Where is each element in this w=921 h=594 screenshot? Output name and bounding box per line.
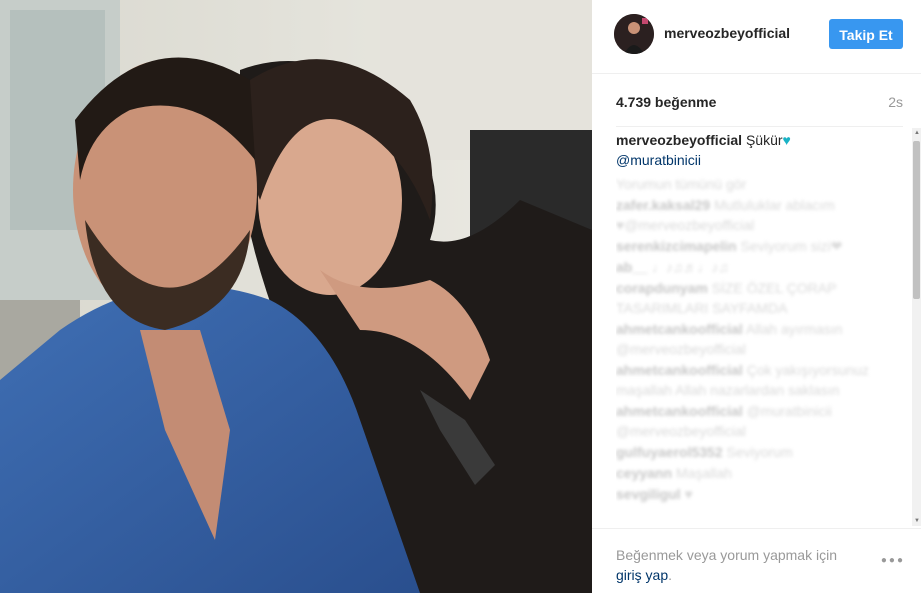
list-item[interactable]: ahmetcankoofficial Allah ayırmasın @merv… bbox=[616, 319, 886, 359]
scroll-up-arrow-icon[interactable]: ▲ bbox=[914, 130, 920, 136]
list-item[interactable]: zafer.kaksal29 Mutluluklar ablacım ♥@mer… bbox=[616, 195, 886, 235]
post-footer: Beğenmek veya yorum yapmak için giriş ya… bbox=[592, 528, 921, 594]
comments-scrollbar[interactable]: ▲ ▼ bbox=[912, 128, 921, 526]
list-item[interactable]: gulfuyaerol5352 Seviyorum bbox=[616, 442, 886, 462]
divider bbox=[616, 126, 903, 127]
avatar[interactable] bbox=[614, 14, 654, 54]
caption-text: Şükür bbox=[745, 132, 783, 148]
list-item[interactable]: ahmetcankoofficial @muratbinicii @merveo… bbox=[616, 401, 886, 441]
post-header: merveozbeyofficial Takip Et bbox=[592, 0, 921, 74]
likes-row: 4.739 beğenme 2s bbox=[616, 94, 903, 114]
caption: merveozbeyofficial Şükür♥ @muratbinicii bbox=[616, 130, 886, 170]
caption-username[interactable]: merveozbeyofficial bbox=[616, 132, 742, 148]
list-item[interactable]: ahmetcankoofficial Çok yakışıyorsunuz ma… bbox=[616, 360, 886, 400]
list-item[interactable]: corapdunyam SİZE ÖZEL ÇORAP TASARIMLARI … bbox=[616, 278, 886, 318]
scrollbar-thumb[interactable] bbox=[913, 141, 920, 299]
caption-mention[interactable]: @muratbinicii bbox=[616, 152, 701, 168]
likes-count[interactable]: 4.739 beğenme bbox=[616, 94, 716, 110]
post-photo[interactable] bbox=[0, 0, 592, 593]
list-item[interactable]: sevgiligul ♥ bbox=[616, 484, 886, 504]
post-time[interactable]: 2s bbox=[888, 94, 903, 110]
post-sidebar: merveozbeyofficial Takip Et 4.739 beğenm… bbox=[592, 0, 921, 593]
list-item[interactable]: Yorumun tümünü gör bbox=[616, 174, 886, 194]
list-item[interactable]: ceyyann Maşallah bbox=[616, 463, 886, 483]
follow-button[interactable]: Takip Et bbox=[829, 19, 903, 49]
scroll-down-arrow-icon[interactable]: ▼ bbox=[914, 518, 920, 524]
faded-comments: Yorumun tümünü gör zafer.kaksal29 Mutlul… bbox=[616, 174, 886, 504]
list-item[interactable]: serenkizcimapelin Seviyorum sizi❤ bbox=[616, 236, 886, 256]
more-options-icon[interactable]: ●●● bbox=[881, 555, 905, 566]
login-prompt-text: Beğenmek veya yorum yapmak için bbox=[616, 547, 837, 563]
login-link[interactable]: giriş yap bbox=[616, 567, 668, 583]
heart-emoji: ♥ bbox=[782, 132, 791, 148]
comments-list: merveozbeyofficial Şükür♥ @muratbinicii … bbox=[616, 130, 886, 528]
username[interactable]: merveozbeyofficial bbox=[664, 25, 790, 41]
login-prompt: Beğenmek veya yorum yapmak için giriş ya… bbox=[616, 545, 856, 585]
list-item[interactable]: ab__ ♩♪♫♬♩♪♫ bbox=[616, 257, 886, 277]
login-prompt-period: . bbox=[668, 567, 673, 583]
